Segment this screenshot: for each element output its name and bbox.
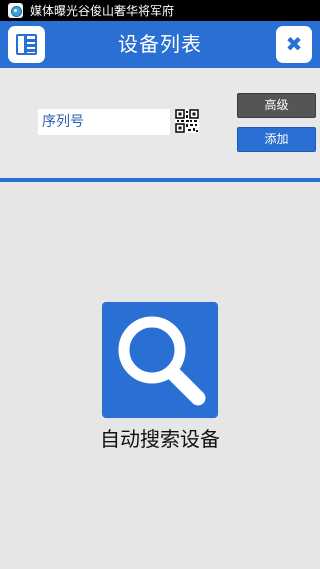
- menu-icon: [16, 34, 37, 55]
- advanced-button[interactable]: 高级: [237, 93, 316, 118]
- qr-code-icon[interactable]: [175, 109, 199, 133]
- add-button[interactable]: 添加: [237, 127, 316, 152]
- close-button[interactable]: ✖: [276, 26, 312, 63]
- auto-search-button[interactable]: [102, 302, 218, 418]
- title-bar: 设备列表 ✖: [0, 21, 320, 68]
- magnifier-icon: [118, 316, 206, 406]
- page-title: 设备列表: [118, 32, 202, 56]
- notification-text: 媒体曝光谷俊山奢华将军府: [30, 4, 175, 18]
- status-bar: 媒体曝光谷俊山奢华将军府: [0, 0, 320, 21]
- app-logo-icon: [8, 3, 23, 18]
- serial-number-input[interactable]: [38, 109, 170, 135]
- auto-search-label: 自动搜索设备: [100, 427, 220, 451]
- form-panel: 高级 添加: [0, 68, 320, 178]
- main-area: 自动搜索设备: [0, 182, 320, 569]
- menu-button[interactable]: [8, 26, 45, 63]
- close-icon: ✖: [285, 32, 303, 56]
